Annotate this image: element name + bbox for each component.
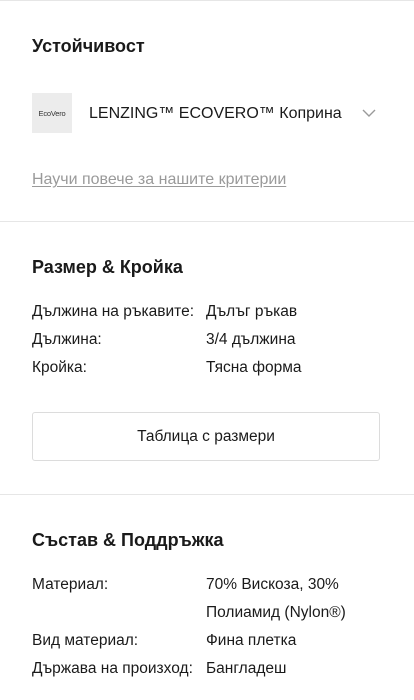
spec-label-length: Дължина: bbox=[32, 331, 102, 348]
composition-care-title: Състав & Поддръжка bbox=[32, 530, 224, 550]
size-chart-button[interactable]: Таблица с размери bbox=[32, 412, 380, 461]
spec-label-material: Материал: bbox=[32, 576, 109, 593]
section-divider bbox=[0, 494, 414, 495]
spec-label-sleeve-length: Дължина на ръкавите: bbox=[32, 303, 195, 320]
certificate-label: LENZING™ ECOVERO™ Коприна bbox=[89, 105, 342, 122]
ecovero-logo: EcoVero bbox=[32, 93, 72, 133]
spec-value-length: 3/4 дължина bbox=[206, 331, 296, 348]
spec-label-fabric-type: Вид материал: bbox=[32, 632, 139, 649]
spec-value-country-of-origin: Бангладеш bbox=[206, 660, 287, 677]
chevron-down-icon[interactable] bbox=[361, 105, 377, 121]
sustainability-title: Устойчивост bbox=[32, 36, 145, 56]
spec-value-fabric-type: Фина плетка bbox=[206, 632, 297, 649]
top-divider bbox=[0, 0, 414, 1]
certificate-accordion[interactable]: EcoVero LENZING™ ECOVERO™ Коприна bbox=[32, 93, 382, 133]
spec-value-material-line-2: Полиамид (Nylon®) bbox=[206, 604, 346, 621]
size-fit-title: Размер & Кройка bbox=[32, 257, 183, 277]
spec-value-fit: Тясна форма bbox=[206, 359, 302, 376]
spec-value-sleeve-length: Дълъг ръкав bbox=[206, 303, 298, 320]
section-divider bbox=[0, 221, 414, 222]
learn-more-link[interactable]: Научи повече за нашите критерии bbox=[32, 170, 286, 190]
spec-label-country-of-origin: Държава на произход: bbox=[32, 660, 193, 677]
spec-value-material-line-1: 70% Вискоза, 30% bbox=[206, 576, 339, 593]
spec-label-fit: Кройка: bbox=[32, 359, 87, 376]
ecovero-logo-text: EcoVero bbox=[38, 108, 66, 118]
